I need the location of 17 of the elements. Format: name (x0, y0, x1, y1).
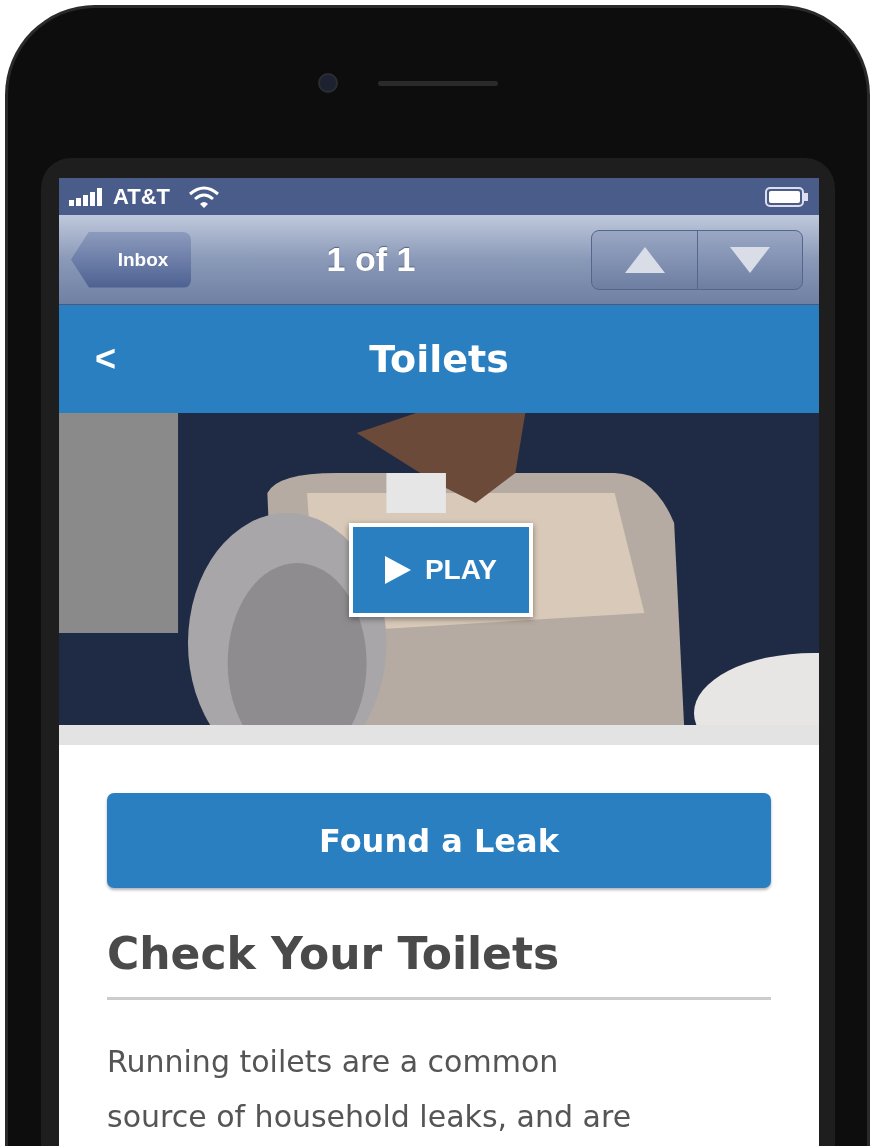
section-heading: Check Your Toilets (107, 928, 771, 1000)
page-title: Toilets (368, 337, 510, 381)
up-arrow-icon (624, 246, 665, 273)
back-button[interactable]: < (95, 338, 155, 380)
camera-icon (318, 73, 338, 93)
play-icon (384, 556, 411, 584)
battery-icon (765, 186, 809, 207)
play-button[interactable]: PLAY (349, 523, 533, 617)
message-counter: 1 of 1 (325, 240, 417, 279)
signal-icon (69, 187, 105, 206)
found-leak-button[interactable]: Found a Leak (107, 793, 771, 888)
carrier-label: AT&T (113, 183, 171, 210)
inbox-back-button[interactable]: Inbox (71, 231, 191, 288)
down-arrow-icon (730, 246, 770, 273)
speaker-icon (378, 80, 498, 86)
body-text: Running toilets are a common source of household leaks, and are (107, 1043, 633, 1136)
wifi-icon (188, 185, 221, 208)
